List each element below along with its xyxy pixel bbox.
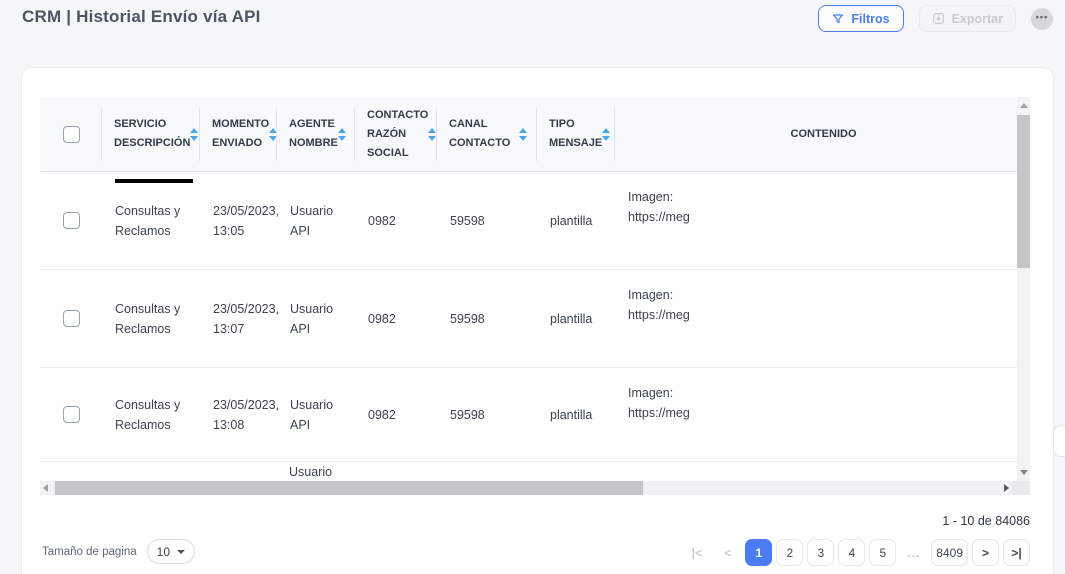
page-button-last-number[interactable]: 8409 bbox=[931, 539, 968, 566]
sort-icon[interactable] bbox=[428, 128, 436, 141]
exportar-button[interactable]: Exportar bbox=[919, 5, 1016, 32]
cell-contenido: Imagen: https://meg bbox=[615, 368, 1030, 461]
page-button-1[interactable]: 1 bbox=[745, 539, 772, 566]
cell-servicio: Consultas y Reclamos bbox=[102, 395, 200, 435]
column-header-servicio-descripcion[interactable]: SERVICIODESCRIPCIÓN bbox=[102, 97, 200, 171]
cell-canal-contacto: 59598 bbox=[437, 309, 537, 329]
cell-agente: Usuario API bbox=[277, 299, 355, 339]
column-resize-indicator bbox=[115, 179, 193, 183]
column-header-agente-nombre[interactable]: AGENTENOMBRE bbox=[277, 97, 355, 171]
page-button-4[interactable]: 4 bbox=[838, 539, 865, 566]
column-header-momento-enviado[interactable]: MOMENTOENVIADO bbox=[200, 97, 277, 171]
cell-razon-social: 0982 bbox=[355, 211, 437, 231]
cell-servicio: Consultas y Reclamos bbox=[102, 299, 200, 339]
scroll-right-arrow-icon[interactable] bbox=[1004, 484, 1009, 492]
sort-icon[interactable] bbox=[519, 128, 527, 141]
table-card: SERVICIODESCRIPCIÓN MOMENTOENVIADO AGENT… bbox=[22, 68, 1053, 574]
cell-momento: 23/05/2023, 13:08 bbox=[200, 395, 277, 435]
cell-contenido: Imagen: https://meg bbox=[615, 270, 1030, 367]
download-icon bbox=[932, 12, 945, 25]
prev-page-button[interactable]: < bbox=[714, 539, 741, 566]
cell-razon-social: 0982 bbox=[355, 405, 437, 425]
pagination: |< < 1 2 3 4 5 ... 8409 > >| bbox=[683, 539, 1030, 566]
cell-agente: Usuario bbox=[289, 462, 332, 481]
filtros-button[interactable]: Filtros bbox=[818, 5, 903, 32]
page-size-value: 10 bbox=[157, 545, 170, 559]
page-button-2[interactable]: 2 bbox=[776, 539, 803, 566]
page-size-label: Tamaño de pagina bbox=[42, 546, 137, 558]
cell-agente: Usuario API bbox=[277, 201, 355, 241]
cell-canal-contacto: 59598 bbox=[437, 405, 537, 425]
header-checkbox-cell bbox=[40, 97, 102, 171]
pagination-ellipsis: ... bbox=[900, 539, 927, 566]
column-header-contenido: CONTENIDO bbox=[615, 97, 1030, 171]
column-header-tipo-mensaje[interactable]: TIPOMENSAJE bbox=[537, 97, 615, 171]
sort-icon[interactable] bbox=[602, 128, 610, 141]
column-header-canal-contacto[interactable]: CANALCONTACTO bbox=[437, 97, 537, 171]
page-button-3[interactable]: 3 bbox=[807, 539, 834, 566]
vertical-scrollbar[interactable] bbox=[1017, 97, 1030, 481]
scroll-down-arrow-icon[interactable] bbox=[1020, 470, 1028, 475]
next-page-button[interactable]: > bbox=[972, 539, 999, 566]
filtros-label: Filtros bbox=[851, 12, 889, 26]
pagination-range-text: 1 - 10 de 84086 bbox=[942, 514, 1030, 528]
table-header: SERVICIODESCRIPCIÓN MOMENTOENVIADO AGENT… bbox=[40, 97, 1030, 172]
edge-widget[interactable] bbox=[1053, 425, 1065, 457]
cell-tipo-mensaje: plantilla bbox=[537, 309, 615, 329]
page-title: CRM | Historial Envío vía API bbox=[22, 7, 261, 27]
cell-servicio: Consultas y Reclamos bbox=[102, 201, 200, 241]
column-header-contacto-razon-social[interactable]: CONTACTORAZÓNSOCIAL bbox=[355, 97, 437, 171]
row-checkbox[interactable] bbox=[63, 310, 80, 327]
filter-funnel-icon bbox=[832, 13, 844, 25]
cell-agente: Usuario API bbox=[277, 395, 355, 435]
scroll-left-arrow-icon[interactable] bbox=[43, 484, 48, 492]
table-row[interactable]: Consultas y Reclamos 23/05/2023, 13:07 U… bbox=[40, 270, 1030, 368]
horizontal-scrollbar-thumb[interactable] bbox=[55, 481, 643, 495]
sort-icon[interactable] bbox=[190, 128, 198, 141]
page-size-select[interactable]: 10 bbox=[147, 539, 195, 564]
table-row[interactable]: Consultas y Reclamos 23/05/2023, 13:08 U… bbox=[40, 368, 1030, 462]
row-checkbox[interactable] bbox=[63, 406, 80, 423]
table-row[interactable]: Consultas y Reclamos 23/05/2023, 13:05 U… bbox=[40, 172, 1030, 270]
topbar-actions: Filtros Exportar ••• bbox=[818, 5, 1053, 32]
cell-tipo-mensaje: plantilla bbox=[537, 405, 615, 425]
cell-momento: 23/05/2023, 13:07 bbox=[200, 299, 277, 339]
horizontal-scrollbar[interactable] bbox=[40, 481, 1012, 495]
ellipsis-icon: ••• bbox=[1036, 12, 1048, 22]
first-page-button[interactable]: |< bbox=[683, 539, 710, 566]
select-all-checkbox[interactable] bbox=[63, 126, 80, 143]
more-options-button[interactable]: ••• bbox=[1031, 8, 1053, 30]
vertical-scrollbar-thumb[interactable] bbox=[1017, 115, 1030, 268]
page-size-control: Tamaño de pagina 10 bbox=[42, 539, 195, 564]
cell-momento: 23/05/2023, 13:05 bbox=[200, 201, 277, 241]
last-page-button[interactable]: >| bbox=[1003, 539, 1030, 566]
cell-contenido: Imagen: https://meg bbox=[615, 172, 1030, 269]
sort-icon[interactable] bbox=[338, 128, 346, 141]
scrollbar-corner bbox=[1012, 481, 1030, 495]
scroll-up-arrow-icon[interactable] bbox=[1020, 103, 1028, 108]
table-body: Consultas y Reclamos 23/05/2023, 13:05 U… bbox=[40, 172, 1030, 481]
cell-canal-contacto: 59598 bbox=[437, 211, 537, 231]
chevron-down-icon bbox=[177, 550, 185, 554]
exportar-label: Exportar bbox=[952, 12, 1003, 26]
cell-razon-social: 0982 bbox=[355, 309, 437, 329]
row-checkbox[interactable] bbox=[63, 212, 80, 229]
cell-tipo-mensaje: plantilla bbox=[537, 211, 615, 231]
table-row-partial[interactable]: Usuario bbox=[40, 462, 1030, 481]
page-button-5[interactable]: 5 bbox=[869, 539, 896, 566]
